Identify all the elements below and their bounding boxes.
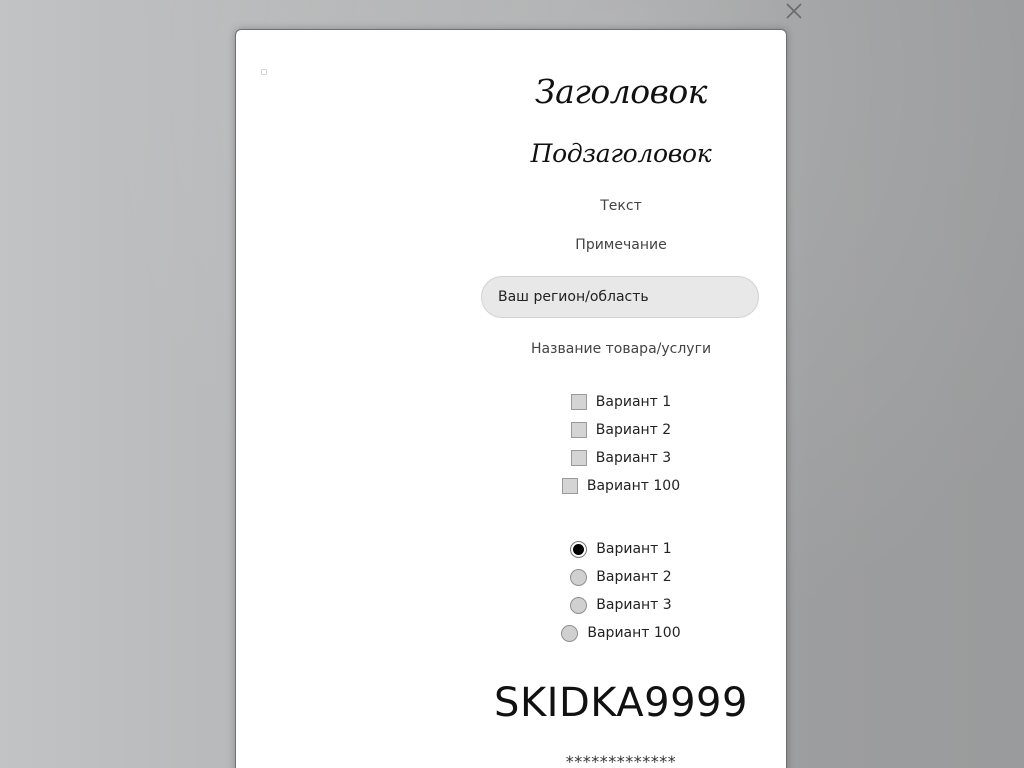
radio-button[interactable] <box>561 624 579 642</box>
checkbox-option[interactable]: Вариант 3 <box>481 448 761 468</box>
checkbox-label: Вариант 1 <box>595 394 672 410</box>
form-title: Заголовок <box>535 72 707 111</box>
masked-text: ************* <box>565 752 677 768</box>
radio-option[interactable]: Вариант 100 <box>481 623 761 643</box>
radio-button[interactable] <box>570 596 588 614</box>
radio-label: Вариант 2 <box>596 569 672 585</box>
checkbox-label: Вариант 100 <box>586 478 681 494</box>
product-label: Название товара/услуги <box>530 341 712 357</box>
close-icon <box>786 3 802 19</box>
checkbox[interactable] <box>570 394 587 410</box>
checkbox[interactable] <box>561 478 578 494</box>
checkbox[interactable] <box>570 450 587 466</box>
radio-option[interactable]: Вариант 1 <box>481 539 761 559</box>
radio-label: Вариант 3 <box>596 597 672 613</box>
popup-form-modal: Заголовок Подзаголовок Текст Примечание … <box>235 29 787 768</box>
form-subtitle: Подзаголовок <box>530 139 712 168</box>
radio-label: Вариант 100 <box>587 625 681 641</box>
form-note: Примечание <box>575 237 667 253</box>
checkbox-label: Вариант 2 <box>595 422 672 438</box>
checkbox[interactable] <box>570 422 587 438</box>
radio-option[interactable]: Вариант 2 <box>481 567 761 587</box>
close-button[interactable] <box>783 0 805 22</box>
form-text: Текст <box>600 198 642 214</box>
promo-code: SKIDKA9999 <box>494 680 748 726</box>
checkbox-option[interactable]: Вариант 100 <box>481 476 761 496</box>
radio-option[interactable]: Вариант 3 <box>481 595 761 615</box>
region-input[interactable] <box>481 276 759 318</box>
checkbox-option[interactable]: Вариант 2 <box>481 420 761 440</box>
radio-button[interactable] <box>570 568 588 586</box>
checkbox-option[interactable]: Вариант 1 <box>481 392 761 412</box>
radio-button-selected[interactable] <box>570 540 588 558</box>
checkbox-label: Вариант 3 <box>595 450 672 466</box>
decorative-dot <box>261 69 267 75</box>
radio-label: Вариант 1 <box>596 541 672 557</box>
